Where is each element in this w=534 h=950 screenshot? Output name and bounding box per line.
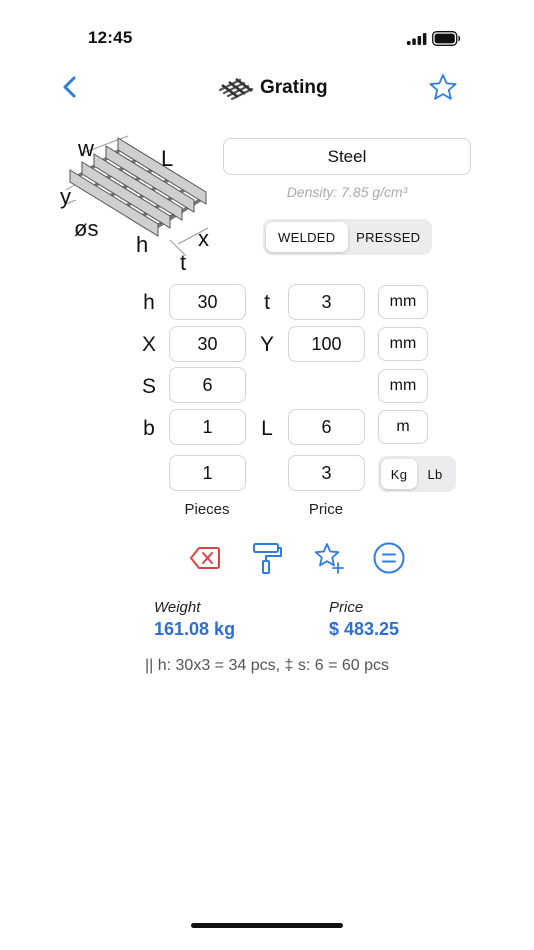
- label-w: w: [77, 136, 94, 161]
- label-x: x: [198, 226, 209, 251]
- price-label: Price: [329, 599, 364, 616]
- unit-button-row3[interactable]: mm: [378, 369, 428, 403]
- label-y: y: [60, 184, 71, 209]
- label-t-field: t: [264, 291, 270, 314]
- type-segment: WELDED PRESSED: [263, 219, 432, 255]
- clear-button[interactable]: [188, 541, 222, 575]
- segment-welded[interactable]: WELDED: [266, 222, 348, 252]
- label-h: h: [136, 232, 148, 257]
- label-t: t: [180, 250, 186, 274]
- unit-button-row1[interactable]: mm: [378, 285, 428, 319]
- label-l-field: L: [261, 417, 273, 440]
- x-input[interactable]: [169, 326, 246, 362]
- weight-unit-segment: Kg Lb: [378, 456, 456, 492]
- favorite-button[interactable]: [427, 72, 459, 104]
- t-input[interactable]: [288, 284, 365, 320]
- price-value: $ 483.25: [329, 619, 400, 639]
- label-L: L: [161, 146, 173, 171]
- unit-button-row2[interactable]: mm: [378, 327, 428, 361]
- segment-kg[interactable]: Kg: [381, 459, 417, 489]
- add-favorite-button[interactable]: [312, 541, 346, 575]
- price-input[interactable]: [288, 455, 365, 491]
- home-indicator[interactable]: [191, 923, 343, 928]
- pieces-summary: || h: 30x3 = 34 pcs, ‡ s: 6 = 60 pcs: [144, 657, 389, 674]
- label-h-field: h: [143, 291, 155, 314]
- star-add-icon: [314, 543, 344, 574]
- title-text: Grating: [260, 77, 328, 98]
- s-input[interactable]: [169, 367, 246, 403]
- paint-roller-icon: [253, 543, 282, 574]
- label-s: øs: [74, 216, 98, 241]
- chevron-left-icon: [63, 76, 76, 98]
- battery-icon: [432, 31, 461, 46]
- label-s-field: S: [141, 375, 156, 398]
- grating-icon: [218, 77, 254, 100]
- unit-button-row4[interactable]: m: [378, 410, 428, 444]
- page-title: Grating: [218, 74, 328, 102]
- label-y-field: Y: [259, 333, 274, 356]
- label-b-field: b: [143, 417, 155, 440]
- h-input[interactable]: [169, 284, 246, 320]
- pieces-caption: Pieces: [184, 501, 230, 518]
- pieces-input[interactable]: [169, 455, 246, 491]
- weight-value: 161.08 kg: [154, 619, 236, 639]
- y-input[interactable]: [288, 326, 365, 362]
- weight-label: Weight: [154, 599, 201, 616]
- status-time: 12:45: [88, 28, 133, 47]
- segment-pressed[interactable]: PRESSED: [348, 222, 430, 252]
- back-button[interactable]: [56, 72, 86, 102]
- segment-lb[interactable]: Lb: [417, 459, 453, 489]
- density-text: Density: 7.85 g/cm³: [286, 184, 408, 200]
- calculate-button[interactable]: [372, 541, 406, 575]
- clear-icon: [190, 547, 220, 569]
- signal-icon: [407, 33, 427, 45]
- l-input[interactable]: [288, 409, 365, 445]
- label-x-field: X: [141, 333, 156, 356]
- price-caption: Price: [308, 501, 344, 518]
- grating-diagram: w L y øs h x t: [60, 135, 209, 274]
- material-select[interactable]: Steel: [223, 138, 471, 175]
- equals-icon: [373, 542, 405, 574]
- b-input[interactable]: [169, 409, 246, 445]
- paint-button[interactable]: [250, 541, 284, 575]
- star-outline-icon: [429, 74, 457, 100]
